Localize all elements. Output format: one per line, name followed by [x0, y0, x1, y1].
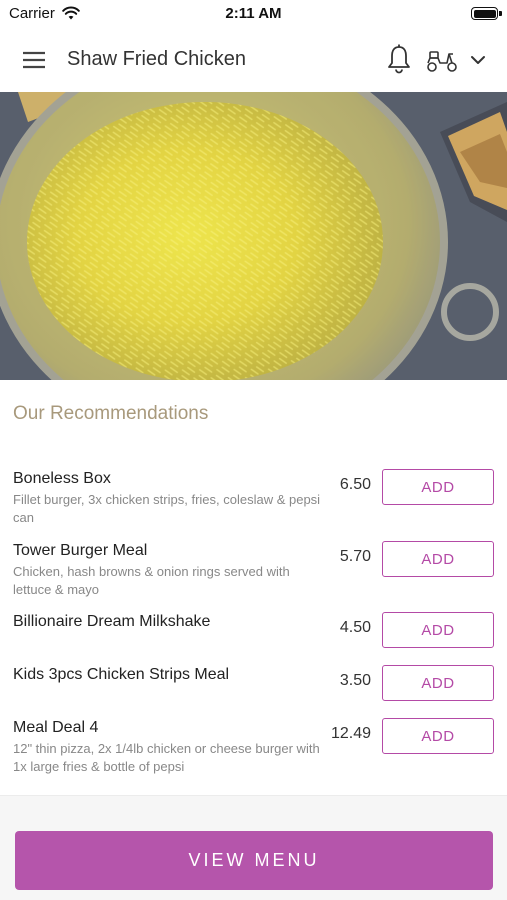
- list-item: Kids 3pcs Chicken Strips Meal 3.50 ADD: [0, 658, 507, 708]
- list-item: Meal Deal 4 12" thin pizza, 2x 1/4lb chi…: [0, 711, 507, 781]
- battery-icon: [471, 7, 502, 20]
- add-button[interactable]: ADD: [382, 541, 494, 577]
- item-name: Tower Burger Meal: [13, 542, 148, 559]
- status-bar: Carrier 2:11 AM: [0, 0, 507, 28]
- recommendations-heading: Our Recommendations: [13, 403, 209, 424]
- chevron-down-icon[interactable]: [467, 50, 489, 70]
- hero-image: [0, 92, 507, 380]
- item-description: Chicken, hash browns & onion rings serve…: [13, 564, 290, 597]
- item-name: Billionaire Dream Milkshake: [13, 613, 211, 630]
- scooter-icon[interactable]: [425, 46, 459, 74]
- restaurant-title: Shaw Fried Chicken: [67, 48, 246, 70]
- item-price: 5.70: [339, 548, 371, 565]
- clock-time: 2:11 AM: [225, 5, 282, 22]
- bell-icon[interactable]: [385, 43, 413, 75]
- view-menu-button[interactable]: VIEW MENU: [15, 831, 493, 890]
- add-button[interactable]: ADD: [382, 718, 494, 754]
- item-description: 12" thin pizza, 2x 1/4lb chicken or chee…: [13, 741, 320, 774]
- list-item: Boneless Box Fillet burger, 3x chicken s…: [0, 462, 507, 532]
- add-button[interactable]: ADD: [382, 612, 494, 648]
- item-name: Meal Deal 4: [13, 719, 99, 736]
- add-button[interactable]: ADD: [382, 665, 494, 701]
- item-price: 12.49: [330, 725, 371, 742]
- item-price: 4.50: [339, 619, 371, 636]
- item-description: Fillet burger, 3x chicken strips, fries,…: [13, 492, 321, 525]
- add-button[interactable]: ADD: [382, 469, 494, 505]
- item-price: 6.50: [339, 476, 371, 493]
- hamburger-menu-icon[interactable]: [20, 49, 48, 71]
- list-item: Billionaire Dream Milkshake 4.50 ADD: [0, 605, 507, 655]
- top-nav-bar: Shaw Fried Chicken: [0, 28, 507, 92]
- item-name: Boneless Box: [13, 470, 111, 487]
- item-price: 3.50: [339, 672, 371, 689]
- item-name: Kids 3pcs Chicken Strips Meal: [13, 666, 230, 683]
- list-item: Tower Burger Meal Chicken, hash browns &…: [0, 534, 507, 604]
